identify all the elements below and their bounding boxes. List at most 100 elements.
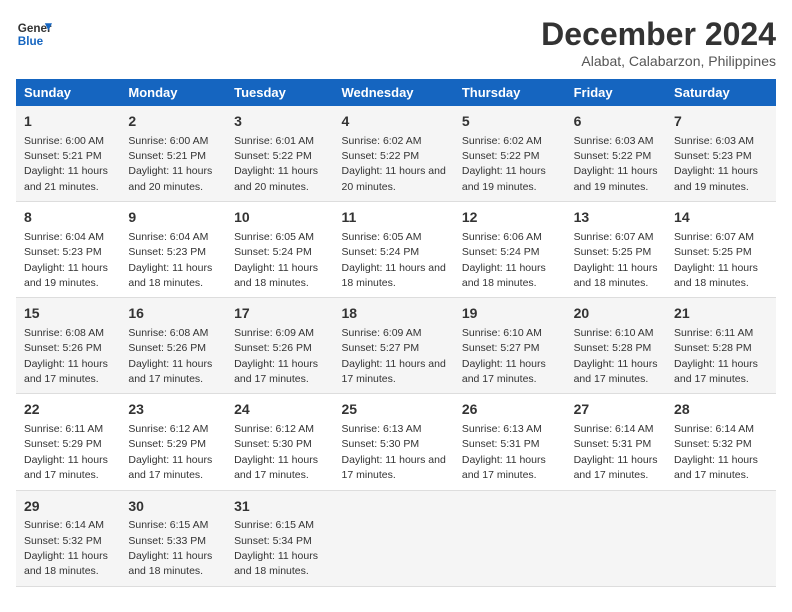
day-number: 19	[462, 304, 558, 324]
day-info: Sunrise: 6:02 AMSunset: 5:22 PMDaylight:…	[462, 135, 546, 193]
calendar-week-row: 22Sunrise: 6:11 AMSunset: 5:29 PMDayligh…	[16, 394, 776, 490]
day-info: Sunrise: 6:05 AMSunset: 5:24 PMDaylight:…	[234, 231, 318, 289]
day-number: 9	[128, 208, 218, 228]
calendar-week-row: 15Sunrise: 6:08 AMSunset: 5:26 PMDayligh…	[16, 298, 776, 394]
day-number: 8	[24, 208, 112, 228]
day-number: 12	[462, 208, 558, 228]
day-number: 2	[128, 112, 218, 132]
calendar-day-cell	[566, 490, 666, 586]
calendar-day-cell: 7Sunrise: 6:03 AMSunset: 5:23 PMDaylight…	[666, 106, 776, 202]
day-info: Sunrise: 6:04 AMSunset: 5:23 PMDaylight:…	[128, 231, 212, 289]
day-info: Sunrise: 6:13 AMSunset: 5:30 PMDaylight:…	[342, 423, 446, 481]
day-info: Sunrise: 6:10 AMSunset: 5:28 PMDaylight:…	[574, 327, 658, 385]
day-info: Sunrise: 6:00 AMSunset: 5:21 PMDaylight:…	[128, 135, 212, 193]
day-of-week-header: Monday	[120, 79, 226, 106]
calendar-day-cell: 8 Sunrise: 6:04 AMSunset: 5:23 PMDaylight…	[16, 202, 120, 298]
calendar-day-cell: 31Sunrise: 6:15 AMSunset: 5:34 PMDayligh…	[226, 490, 333, 586]
day-number: 17	[234, 304, 325, 324]
calendar-day-cell: 3 Sunrise: 6:01 AMSunset: 5:22 PMDaylight…	[226, 106, 333, 202]
calendar-day-cell: 25 Sunrise: 6:13 AMSunset: 5:30 PMDayligh…	[334, 394, 454, 490]
day-info: Sunrise: 6:12 AMSunset: 5:29 PMDaylight:…	[128, 423, 212, 481]
calendar-day-cell: 20 Sunrise: 6:10 AMSunset: 5:28 PMDayligh…	[566, 298, 666, 394]
day-info: Sunrise: 6:11 AMSunset: 5:28 PMDaylight:…	[674, 327, 758, 385]
calendar-day-cell: 27 Sunrise: 6:14 AMSunset: 5:31 PMDayligh…	[566, 394, 666, 490]
day-of-week-header: Friday	[566, 79, 666, 106]
day-number: 13	[574, 208, 658, 228]
day-number: 21	[674, 304, 768, 324]
day-number: 31	[234, 497, 325, 517]
header: General Blue December 2024 Alabat, Calab…	[16, 16, 776, 69]
day-number: 10	[234, 208, 325, 228]
day-info: Sunrise: 6:12 AMSunset: 5:30 PMDaylight:…	[234, 423, 318, 481]
day-info: Sunrise: 6:14 AMSunset: 5:32 PMDaylight:…	[674, 423, 758, 481]
day-number: 23	[128, 400, 218, 420]
calendar-week-row: 1 Sunrise: 6:00 AMSunset: 5:21 PMDaylight…	[16, 106, 776, 202]
calendar-day-cell: 2 Sunrise: 6:00 AMSunset: 5:21 PMDaylight…	[120, 106, 226, 202]
day-of-week-header: Tuesday	[226, 79, 333, 106]
calendar-day-cell: 23 Sunrise: 6:12 AMSunset: 5:29 PMDayligh…	[120, 394, 226, 490]
day-number: 18	[342, 304, 446, 324]
day-info: Sunrise: 6:15 AMSunset: 5:34 PMDaylight:…	[234, 519, 318, 577]
day-info: Sunrise: 6:07 AMSunset: 5:25 PMDaylight:…	[674, 231, 758, 289]
calendar-day-cell: 28Sunrise: 6:14 AMSunset: 5:32 PMDayligh…	[666, 394, 776, 490]
calendar-day-cell: 12 Sunrise: 6:06 AMSunset: 5:24 PMDayligh…	[454, 202, 566, 298]
day-number: 11	[342, 208, 446, 228]
calendar-day-cell: 9 Sunrise: 6:04 AMSunset: 5:23 PMDaylight…	[120, 202, 226, 298]
calendar-day-cell: 19 Sunrise: 6:10 AMSunset: 5:27 PMDayligh…	[454, 298, 566, 394]
day-number: 20	[574, 304, 658, 324]
calendar-day-cell	[454, 490, 566, 586]
day-info: Sunrise: 6:11 AMSunset: 5:29 PMDaylight:…	[24, 423, 108, 481]
day-of-week-header: Thursday	[454, 79, 566, 106]
calendar-day-cell: 30Sunrise: 6:15 AMSunset: 5:33 PMDayligh…	[120, 490, 226, 586]
logo: General Blue	[16, 16, 52, 52]
calendar-header: SundayMondayTuesdayWednesdayThursdayFrid…	[16, 79, 776, 106]
day-of-week-header: Saturday	[666, 79, 776, 106]
day-number: 30	[128, 497, 218, 517]
calendar-day-cell: 17 Sunrise: 6:09 AMSunset: 5:26 PMDayligh…	[226, 298, 333, 394]
calendar-day-cell: 4Sunrise: 6:02 AMSunset: 5:22 PMDaylight…	[334, 106, 454, 202]
day-number: 3	[234, 112, 325, 132]
calendar-day-cell: 13Sunrise: 6:07 AMSunset: 5:25 PMDayligh…	[566, 202, 666, 298]
day-number: 1	[24, 112, 112, 132]
calendar-day-cell: 15Sunrise: 6:08 AMSunset: 5:26 PMDayligh…	[16, 298, 120, 394]
day-number: 4	[342, 112, 446, 132]
day-info: Sunrise: 6:15 AMSunset: 5:33 PMDaylight:…	[128, 519, 212, 577]
day-info: Sunrise: 6:03 AMSunset: 5:22 PMDaylight:…	[574, 135, 658, 193]
main-title: December 2024	[541, 16, 776, 53]
svg-text:Blue: Blue	[18, 35, 44, 48]
day-info: Sunrise: 6:04 AMSunset: 5:23 PMDaylight:…	[24, 231, 108, 289]
day-info: Sunrise: 6:10 AMSunset: 5:27 PMDaylight:…	[462, 327, 546, 385]
day-info: Sunrise: 6:08 AMSunset: 5:26 PMDaylight:…	[24, 327, 108, 385]
calendar-day-cell	[666, 490, 776, 586]
day-info: Sunrise: 6:09 AMSunset: 5:26 PMDaylight:…	[234, 327, 318, 385]
day-number: 29	[24, 497, 112, 517]
calendar-day-cell: 24 Sunrise: 6:12 AMSunset: 5:30 PMDayligh…	[226, 394, 333, 490]
calendar-day-cell: 29Sunrise: 6:14 AMSunset: 5:32 PMDayligh…	[16, 490, 120, 586]
logo-icon: General Blue	[16, 16, 52, 52]
day-of-week-header: Wednesday	[334, 79, 454, 106]
day-number: 24	[234, 400, 325, 420]
day-info: Sunrise: 6:14 AMSunset: 5:31 PMDaylight:…	[574, 423, 658, 481]
day-info: Sunrise: 6:03 AMSunset: 5:23 PMDaylight:…	[674, 135, 758, 193]
day-info: Sunrise: 6:05 AMSunset: 5:24 PMDaylight:…	[342, 231, 446, 289]
day-info: Sunrise: 6:13 AMSunset: 5:31 PMDaylight:…	[462, 423, 546, 481]
day-number: 25	[342, 400, 446, 420]
calendar-table: SundayMondayTuesdayWednesdayThursdayFrid…	[16, 79, 776, 587]
day-info: Sunrise: 6:01 AMSunset: 5:22 PMDaylight:…	[234, 135, 318, 193]
calendar-week-row: 29Sunrise: 6:14 AMSunset: 5:32 PMDayligh…	[16, 490, 776, 586]
day-info: Sunrise: 6:00 AMSunset: 5:21 PMDaylight:…	[24, 135, 108, 193]
day-number: 5	[462, 112, 558, 132]
day-info: Sunrise: 6:06 AMSunset: 5:24 PMDaylight:…	[462, 231, 546, 289]
calendar-day-cell: 14 Sunrise: 6:07 AMSunset: 5:25 PMDayligh…	[666, 202, 776, 298]
calendar-day-cell: 10 Sunrise: 6:05 AMSunset: 5:24 PMDayligh…	[226, 202, 333, 298]
day-info: Sunrise: 6:14 AMSunset: 5:32 PMDaylight:…	[24, 519, 108, 577]
day-of-week-header: Sunday	[16, 79, 120, 106]
day-number: 16	[128, 304, 218, 324]
calendar-day-cell: 26Sunrise: 6:13 AMSunset: 5:31 PMDayligh…	[454, 394, 566, 490]
day-number: 27	[574, 400, 658, 420]
day-number: 14	[674, 208, 768, 228]
calendar-day-cell: 22Sunrise: 6:11 AMSunset: 5:29 PMDayligh…	[16, 394, 120, 490]
day-info: Sunrise: 6:08 AMSunset: 5:26 PMDaylight:…	[128, 327, 212, 385]
calendar-day-cell	[334, 490, 454, 586]
title-area: December 2024 Alabat, Calabarzon, Philip…	[541, 16, 776, 69]
